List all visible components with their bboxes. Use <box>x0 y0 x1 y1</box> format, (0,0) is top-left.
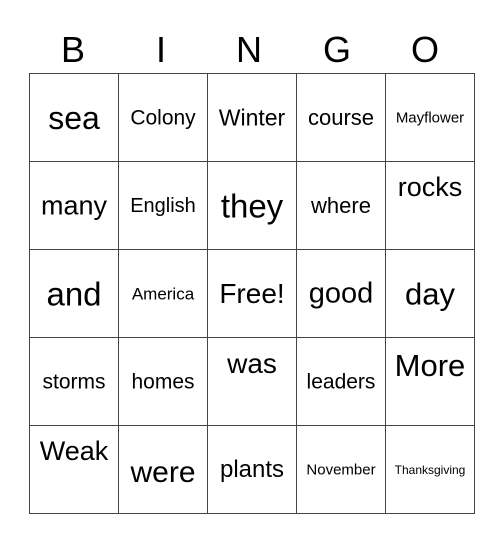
bingo-cell[interactable]: leaders <box>296 337 386 426</box>
bingo-row: Weak were plants November Thanksgiving <box>29 425 475 514</box>
cell-word: rocks <box>397 172 463 202</box>
bingo-cell[interactable]: Colony <box>118 73 208 162</box>
free-space-label: Free! <box>219 277 285 309</box>
header-letter-o: O <box>410 29 439 70</box>
bingo-card: sea Colony Winter course Mayflower many … <box>29 73 475 514</box>
bingo-cell[interactable]: November <box>296 425 386 514</box>
bingo-cell[interactable]: many <box>29 161 119 250</box>
cell-word: leaders <box>306 370 376 393</box>
cell-word: and <box>46 275 102 312</box>
bingo-cell[interactable]: Mayflower <box>385 73 475 162</box>
cell-word: Mayflower <box>395 109 465 126</box>
cell-word: they <box>220 187 284 224</box>
cell-word: where <box>311 192 371 218</box>
cell-word: storms <box>42 370 106 393</box>
bingo-cell[interactable]: were <box>118 425 208 514</box>
cell-word: course <box>307 104 375 130</box>
cell-word: Colony <box>130 106 196 129</box>
bingo-row: and America Free! good day <box>29 249 475 338</box>
bingo-cell[interactable]: More <box>385 337 475 426</box>
cell-word: homes <box>131 370 195 393</box>
bingo-row: storms homes was leaders More <box>29 337 475 426</box>
cell-word: day <box>405 276 455 311</box>
cell-word: many <box>40 190 108 220</box>
header-letter-i: I <box>155 29 166 70</box>
bingo-cell[interactable]: where <box>296 161 386 250</box>
cell-word: good <box>308 277 374 309</box>
cell-word: Weak <box>39 436 109 466</box>
bingo-cell[interactable]: storms <box>29 337 119 426</box>
bingo-cell[interactable]: plants <box>207 425 297 514</box>
cell-word: English <box>130 194 196 217</box>
cell-word: sea <box>48 99 100 136</box>
bingo-cell[interactable]: sea <box>29 73 119 162</box>
bingo-cell[interactable]: Thanksgiving <box>385 425 475 514</box>
bingo-cell[interactable]: course <box>296 73 386 162</box>
bingo-cell[interactable]: Weak <box>29 425 119 514</box>
free-space-cell[interactable]: Free! <box>207 249 297 338</box>
bingo-cell[interactable]: English <box>118 161 208 250</box>
bingo-cell[interactable]: and <box>29 249 119 338</box>
cell-word: Thanksgiving <box>394 462 466 477</box>
bingo-cell[interactable]: they <box>207 161 297 250</box>
bingo-cell[interactable]: homes <box>118 337 208 426</box>
bingo-cell[interactable]: was <box>207 337 297 426</box>
cell-word: plants <box>219 455 285 483</box>
cell-word: America <box>131 284 195 303</box>
bingo-cell[interactable]: day <box>385 249 475 338</box>
bingo-row: sea Colony Winter course Mayflower <box>29 73 475 162</box>
cell-word: was <box>227 348 277 379</box>
cell-word: More <box>394 348 466 383</box>
cell-word: were <box>130 455 196 489</box>
bingo-header: B I N G O <box>29 28 470 72</box>
header-letter-n: N <box>236 29 262 70</box>
bingo-cell[interactable]: good <box>296 249 386 338</box>
cell-word: November <box>306 461 376 478</box>
header-letter-b: B <box>60 29 85 70</box>
header-letter-g: G <box>322 29 351 70</box>
bingo-cell[interactable]: rocks <box>385 161 475 250</box>
bingo-cell[interactable]: America <box>118 249 208 338</box>
bingo-row: many English they where rocks <box>29 161 475 250</box>
cell-word: Winter <box>218 104 286 130</box>
bingo-cell[interactable]: Winter <box>207 73 297 162</box>
